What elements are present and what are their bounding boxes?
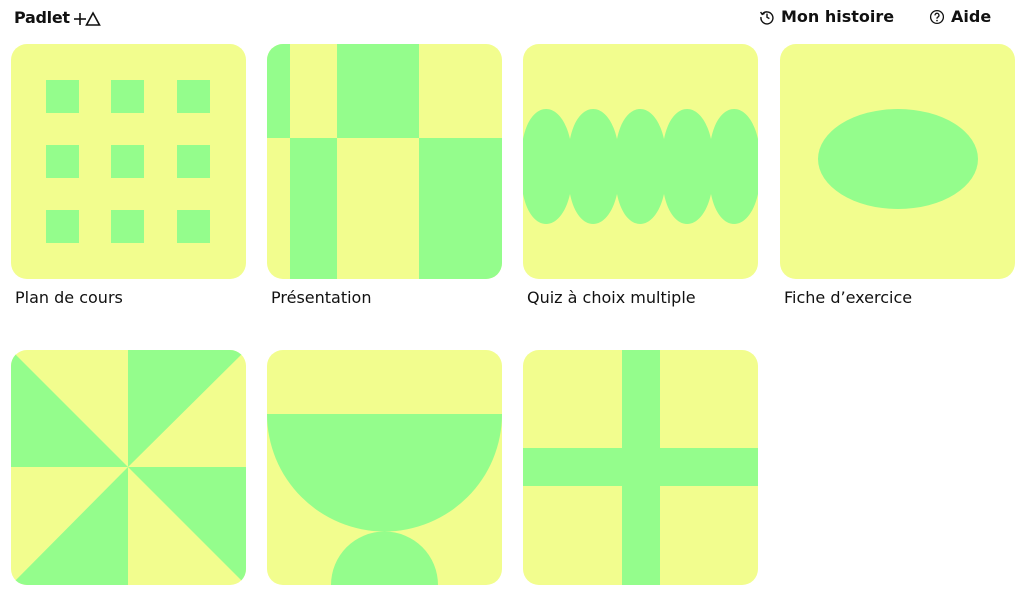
brand-name: Padlet bbox=[14, 8, 70, 27]
padlet-brand-link[interactable]: Padlet bbox=[14, 8, 101, 27]
template-card-quiz[interactable]: Quiz à choix multiple bbox=[523, 44, 758, 307]
help-label: Aide bbox=[951, 7, 992, 26]
template-card-pinwheel[interactable] bbox=[11, 350, 246, 585]
help-circle-icon bbox=[929, 9, 945, 25]
history-label: Mon histoire bbox=[781, 7, 895, 26]
template-thumbnail bbox=[11, 44, 246, 279]
template-thumbnail bbox=[780, 44, 1015, 279]
help-link[interactable]: Aide bbox=[929, 7, 991, 26]
template-label: Fiche d’exercice bbox=[784, 288, 913, 307]
history-clock-icon bbox=[759, 9, 775, 25]
template-card-fiche-exercice[interactable]: Fiche d’exercice bbox=[780, 44, 1015, 307]
template-label: Quiz à choix multiple bbox=[527, 288, 696, 307]
template-card-presentation[interactable]: Présentation bbox=[267, 44, 502, 307]
template-label: Plan de cours bbox=[15, 288, 123, 307]
template-card-plan-de-cours[interactable]: Plan de cours bbox=[11, 44, 246, 307]
template-card-chalice[interactable] bbox=[267, 350, 502, 585]
plus-triangle-icon bbox=[73, 9, 101, 27]
history-link[interactable]: Mon histoire bbox=[759, 7, 894, 26]
template-thumbnail bbox=[11, 350, 246, 585]
top-bar: Padlet Mon histoire Aide bbox=[0, 0, 1024, 40]
template-thumbnail bbox=[523, 44, 758, 279]
template-thumbnail bbox=[267, 350, 502, 585]
template-label: Présentation bbox=[271, 288, 372, 307]
template-card-cross[interactable] bbox=[523, 350, 758, 585]
template-thumbnail bbox=[523, 350, 758, 585]
template-thumbnail bbox=[267, 44, 502, 279]
